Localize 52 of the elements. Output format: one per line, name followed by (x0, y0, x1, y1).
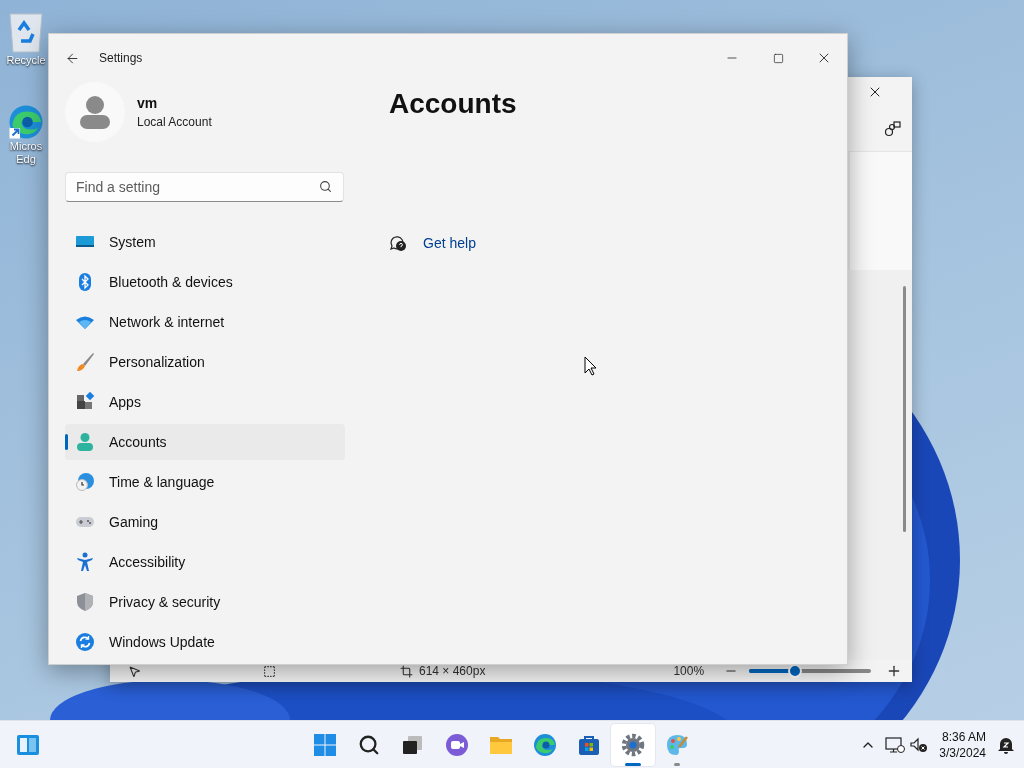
paintbrush-icon (75, 352, 95, 372)
nav-item[interactable]: Bluetooth & devices (65, 264, 345, 300)
gear-icon (620, 732, 645, 757)
search-icon (319, 180, 332, 193)
help-icon (389, 234, 407, 252)
nav-item[interactable]: Personalization (65, 344, 345, 380)
pointer-icon (128, 664, 141, 678)
nav-item[interactable]: Apps (65, 384, 345, 420)
user-name: vm (137, 95, 159, 111)
running-indicator (673, 762, 680, 766)
shield-icon (75, 592, 95, 612)
account-type: Local Account (137, 115, 212, 129)
chat-icon (444, 732, 469, 757)
shapes-icon[interactable] (883, 119, 903, 139)
nav-item[interactable]: Privacy & security (65, 584, 345, 620)
accessibility-icon (75, 552, 95, 572)
apps-icon (75, 392, 95, 412)
refresh-icon (75, 632, 95, 652)
window-title: Settings (99, 51, 144, 65)
nav-item[interactable]: Time & language (65, 464, 345, 500)
widgets-icon (16, 733, 40, 756)
network-monitor-icon[interactable] (885, 735, 906, 754)
zoom-level: 100% (673, 664, 705, 678)
clock[interactable]: 8:36 AM 3/3/2024 (939, 728, 986, 761)
scrollbar[interactable] (903, 286, 906, 532)
speaker-muted-icon[interactable] (909, 735, 930, 754)
search-field[interactable]: Find a setting (65, 172, 344, 202)
edge-logo-icon[interactable] (8, 104, 44, 140)
selection-indicator (65, 434, 68, 450)
desktop-icon-label: Recycle (6, 54, 46, 67)
nav-item[interactable]: Network & internet (65, 304, 345, 340)
canvas-dimensions: 614 × 460px (419, 664, 486, 678)
palette-icon (664, 732, 689, 757)
avatar[interactable] (65, 82, 125, 142)
page-title: Accounts (389, 88, 518, 120)
recycle-bin-icon[interactable] (6, 10, 46, 54)
running-indicator (624, 762, 641, 766)
nav-item[interactable]: System (65, 224, 345, 260)
maximize-icon (772, 52, 784, 64)
search-icon (357, 733, 380, 756)
cursor-icon (584, 356, 598, 376)
desktop-icon-label: Micros Edg (9, 140, 43, 166)
selection-icon (263, 664, 276, 678)
nav-item[interactable]: Gaming (65, 504, 345, 540)
nav-item[interactable]: Accessibility (65, 544, 345, 580)
person-icon (75, 432, 95, 452)
clock-globe-icon (75, 472, 95, 492)
nav-item[interactable]: Windows Update (65, 624, 345, 660)
nav-item[interactable]: Accounts (65, 424, 345, 460)
windows-logo-icon (312, 732, 337, 757)
get-help-link[interactable]: Get help (423, 235, 476, 251)
edge-logo-icon (532, 732, 557, 757)
